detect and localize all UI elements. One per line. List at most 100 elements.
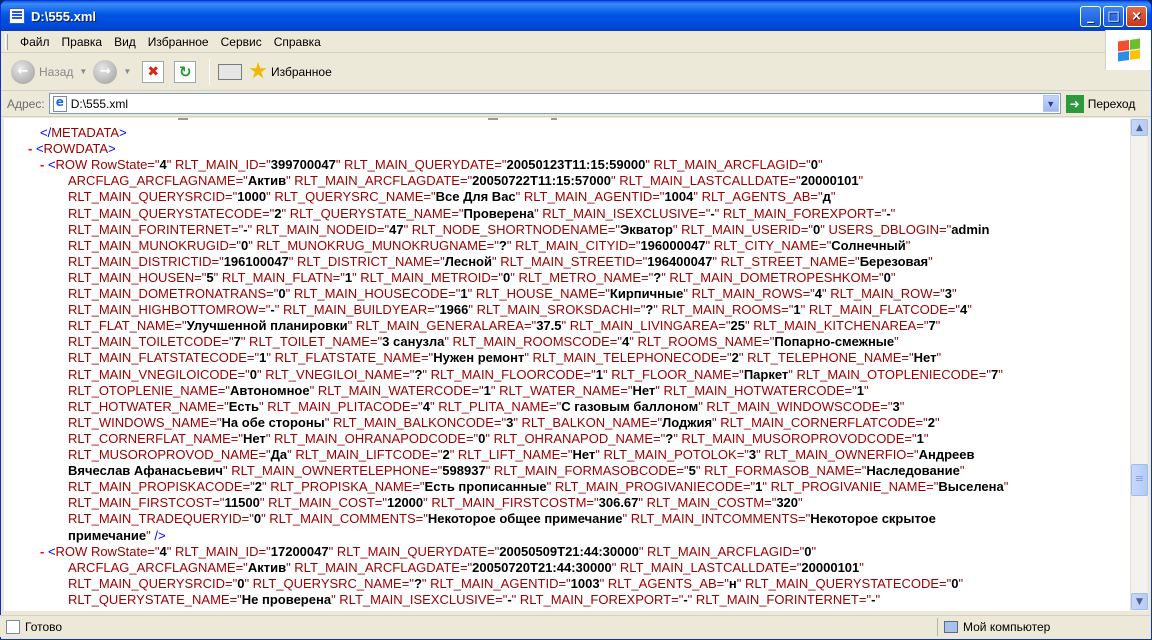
xml-content[interactable]: </METADATA> - <ROWDATA> - <ROW RowState="4… <box>4 118 1130 611</box>
chevron-down-icon[interactable]: ▼ <box>79 67 87 76</box>
back-button[interactable]: ← Назад ▼ <box>11 59 87 84</box>
address-field[interactable]: D:\555.xml ▼ <box>48 93 1061 114</box>
xml-token: " RLT_MAIN_NODEID=" <box>247 221 390 237</box>
xml-token: 4 <box>159 157 167 173</box>
xml-line: RLT_MAIN_FLATSTATECODE="1" RLT_FLATSTATE… <box>68 350 941 365</box>
xml-token: д <box>822 189 831 205</box>
vertical-scrollbar[interactable]: ▲ ▼ <box>1130 118 1148 611</box>
xml-token: 3 <box>944 286 953 301</box>
scroll-down-button[interactable]: ▼ <box>1131 593 1148 610</box>
xml-token: " RLT_TELEPHONE_NAME=" <box>738 350 914 366</box>
xml-token: " <box>894 334 899 350</box>
collapse-toggle[interactable]: - <box>40 157 48 172</box>
chevron-down-icon[interactable]: ▼ <box>1042 95 1059 112</box>
xml-line: RLT_MAIN_FIRSTCOST="11500" RLT_MAIN_COST… <box>68 495 803 510</box>
xml-token: 17200047 <box>270 543 329 559</box>
xml-token: 3 санузла <box>382 334 445 350</box>
xml-token: 12000 <box>386 495 424 511</box>
xml-token: " RLT_MAIN_OWNERFIO=" <box>756 447 919 462</box>
xml-token: 20050509T21:44:30000 <box>499 543 639 559</box>
xml-line: Вячеслав Афанасьевич" RLT_MAIN_OWNERTELE… <box>68 463 964 478</box>
xml-line: RLT_MAIN_MUNOKRUGID="0" RLT_MUNOKRUG_MUN… <box>68 238 910 253</box>
favorites-star-icon: ★ <box>248 58 268 84</box>
xml-line: </METADATA> <box>40 125 127 140</box>
forward-button[interactable]: → ▼ <box>93 59 131 84</box>
xml-token: " RLT_MAIN_OTOPLENIECODE=" <box>788 366 991 382</box>
xml-line: RLT_MAIN_QUERYSRCID="1000" RLT_QUERYSRC_… <box>68 189 836 204</box>
xml-token: admin <box>951 221 990 237</box>
clipped-line <box>551 118 557 120</box>
xml-token: 20050722T11:15:57000 <box>472 173 611 189</box>
xml-token: " RLT_MAIN_GENERALAREA=" <box>347 318 537 334</box>
xml-token: 4 <box>159 543 167 559</box>
xml-token: RLT_MAIN_HOUSEN=" <box>68 269 207 285</box>
xml-token: RowState=" <box>90 543 160 559</box>
collapse-toggle[interactable]: - <box>28 141 36 156</box>
xml-token: Проверена <box>463 205 535 221</box>
xml-token: Лесной <box>444 253 492 269</box>
title-bar[interactable]: D:\555.xml _ □ × <box>1 1 1151 31</box>
xml-token: Да <box>270 447 288 462</box>
xml-token: > <box>119 125 127 140</box>
xml-token: " RLT_AGENTS_AB=" <box>693 189 823 205</box>
xml-token: С газовым баллоном <box>561 398 699 414</box>
xml-token: 1 <box>460 286 468 301</box>
chevron-down-icon[interactable]: ▼ <box>123 67 131 76</box>
xml-line: RLT_MUSOROPROVOD_NAME="Да" RLT_MAIN_LIFT… <box>68 447 975 462</box>
collapse-toggle[interactable]: - <box>40 544 48 559</box>
xml-token: " RLT_MAIN_COSTM=" <box>638 495 777 511</box>
xml-token: RLT_MUSOROPROVOD_NAME=" <box>68 447 271 462</box>
menu-favorites[interactable]: Избранное <box>142 33 215 51</box>
go-button[interactable]: ➜ Переход <box>1065 94 1135 113</box>
media-icon[interactable] <box>218 63 243 80</box>
menu-file[interactable]: Файл <box>14 33 56 51</box>
xml-token: " RLT_MAIN_WINDOWSCODE=" <box>698 398 893 414</box>
menu-tools[interactable]: Сервис <box>215 33 268 51</box>
xml-line: RLT_MAIN_QUERYSTATECODE="2" RLT_QUERYSTA… <box>68 206 895 221</box>
xml-token: " RLT_MAIN_HOTWATERCODE=" <box>655 382 857 398</box>
xml-token: RLT_MAIN_DISTRICTID=" <box>68 253 224 269</box>
xml-token: " <box>798 495 803 511</box>
xml-line: RLT_MAIN_FORINTERNET="-" RLT_MAIN_NODEID… <box>68 222 990 237</box>
xml-token: RowState=" <box>90 157 160 173</box>
xml-line: RLT_MAIN_PROPISKACODE="2" RLT_PROPISKA_N… <box>68 479 1008 494</box>
scroll-up-button[interactable]: ▲ <box>1131 119 1148 136</box>
xml-token: " RLT_QUERYSTATE_NAME=" <box>281 205 464 221</box>
maximize-button[interactable]: □ <box>1103 5 1124 27</box>
xml-token: " RLT_PROGIVANIE_NAME=" <box>762 479 939 495</box>
xml-token: " RLT_MAIN_ISEXCLUSIVE=" <box>331 591 508 607</box>
xml-line: RLT_MAIN_TRADEQUERYID="0" RLT_MAIN_COMME… <box>68 511 936 526</box>
xml-token: " RLT_MAIN_ARCFLAGDATE=" <box>286 173 473 189</box>
xml-token: " RLT_QUERYSRC_NAME=" <box>244 575 414 591</box>
xml-token: " RLT_MAIN_HOUSECODE=" <box>285 286 461 301</box>
scroll-thumb[interactable] <box>1131 464 1148 496</box>
xml-token: RLT_MAIN_FIRSTCOST=" <box>68 495 225 511</box>
xml-token: 2 <box>254 479 263 495</box>
xml-token: " RLT_FLATSTATE_NAME=" <box>266 350 434 366</box>
xml-token: 2 <box>442 447 450 462</box>
xml-token: RLT_MAIN_DOMETRONATRANS=" <box>68 286 279 301</box>
xml-token: " <box>830 189 836 205</box>
minimize-button[interactable]: _ <box>1080 5 1101 27</box>
xml-line: RLT_MAIN_QUERYSRCID=" 0 " RLT_QUERYSRC_NAM… <box>68 576 963 591</box>
menu-edit[interactable]: Правка <box>56 33 109 51</box>
refresh-icon[interactable]: ↻ <box>174 60 197 83</box>
xml-token: " <box>959 463 965 479</box>
xml-token: " RLT_BALKON_NAME=" <box>513 414 663 430</box>
address-value[interactable]: D:\555.xml <box>71 97 128 111</box>
close-button[interactable]: × <box>1126 5 1147 27</box>
xml-token: " RLT_MAIN_SROKSDACHI=" <box>468 302 646 318</box>
xml-token: Вячеслав Афанасьевич <box>68 463 223 479</box>
xml-token: 47 <box>389 221 404 237</box>
xml-token: Некоторое общее примечание <box>427 511 623 527</box>
xml-token: " USERS_DBLOGIN=" <box>820 221 952 237</box>
favorites-button[interactable]: ★ Избранное <box>248 58 332 84</box>
xml-token: Нужен ремонт <box>433 350 525 366</box>
page-icon <box>9 8 25 24</box>
menu-help[interactable]: Справка <box>268 33 327 51</box>
stop-icon[interactable]: ✖ <box>142 60 165 83</box>
xml-token: " RLT_MAIN_QUERYDATE=" <box>328 543 500 559</box>
menu-view[interactable]: Вид <box>108 33 142 51</box>
xml-token: 0 <box>253 511 262 527</box>
xml-token: " RLT_WATER_NAME=" <box>490 382 633 398</box>
